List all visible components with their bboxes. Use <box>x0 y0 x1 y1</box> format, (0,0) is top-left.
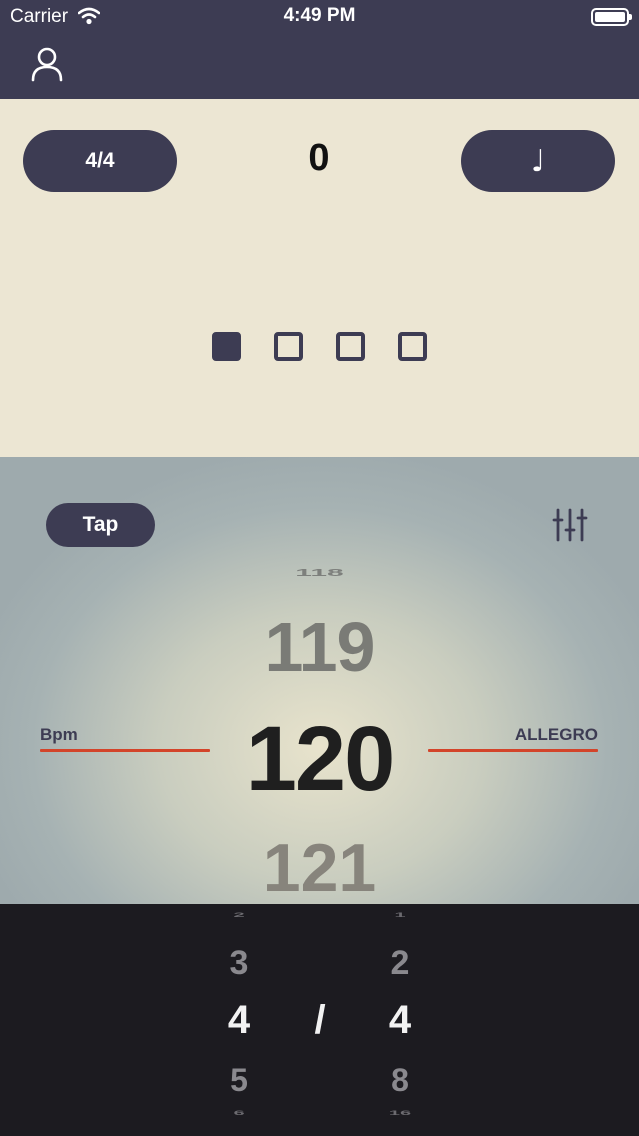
beat-indicator-3 <box>336 332 365 361</box>
beat-counter: 0 <box>308 137 330 179</box>
tempo-name-underline <box>428 749 598 752</box>
time-signature-picker[interactable]: 2 3 4 5 6 / 1 2 4 8 16 <box>0 904 639 1136</box>
beat-panel: 4/4 0 ♩ <box>0 99 639 457</box>
tempo-value-selected[interactable]: 120 <box>0 707 639 812</box>
tap-button[interactable]: Tap <box>46 503 155 547</box>
battery-icon <box>591 8 632 26</box>
numerator-option[interactable]: 2 <box>209 912 269 919</box>
bpm-underline <box>40 749 210 752</box>
sliders-icon[interactable] <box>552 507 588 543</box>
bpm-label: Bpm <box>40 725 78 744</box>
time-signature-button[interactable]: 4/4 <box>23 130 177 192</box>
denominator-option[interactable]: 16 <box>370 1110 430 1117</box>
beat-indicator-2 <box>274 332 303 361</box>
denominator-option[interactable]: 2 <box>370 944 430 983</box>
denominator-option[interactable]: 8 <box>370 1062 430 1099</box>
beat-indicator-4 <box>398 332 427 361</box>
tempo-value-next[interactable]: 121 <box>0 829 639 904</box>
numerator-selected[interactable]: 4 <box>209 998 269 1043</box>
status-bar: Carrier 4:49 PM <box>0 0 639 34</box>
status-time: 4:49 PM <box>283 5 356 26</box>
beat-indicators <box>212 332 427 361</box>
denominator-selected[interactable]: 4 <box>370 998 430 1043</box>
numerator-option[interactable]: 6 <box>209 1110 269 1117</box>
top-bar: Carrier 4:49 PM <box>0 0 639 99</box>
beat-indicator-1 <box>212 332 241 361</box>
tempo-value-prev-2[interactable]: 118 <box>0 567 639 581</box>
time-signature-separator: / <box>314 998 326 1042</box>
numerator-option[interactable]: 5 <box>209 1062 269 1099</box>
note-value-button[interactable]: ♩ <box>461 130 615 192</box>
denominator-option[interactable]: 1 <box>370 912 430 919</box>
numerator-option[interactable]: 3 <box>209 944 269 983</box>
tempo-name-label: ALLEGRO <box>514 725 598 744</box>
person-icon[interactable] <box>30 46 64 82</box>
tempo-value-prev[interactable]: 119 <box>0 607 639 687</box>
tempo-panel[interactable]: Tap 118 119 120 121 Bpm ALLEGRO <box>0 457 639 904</box>
